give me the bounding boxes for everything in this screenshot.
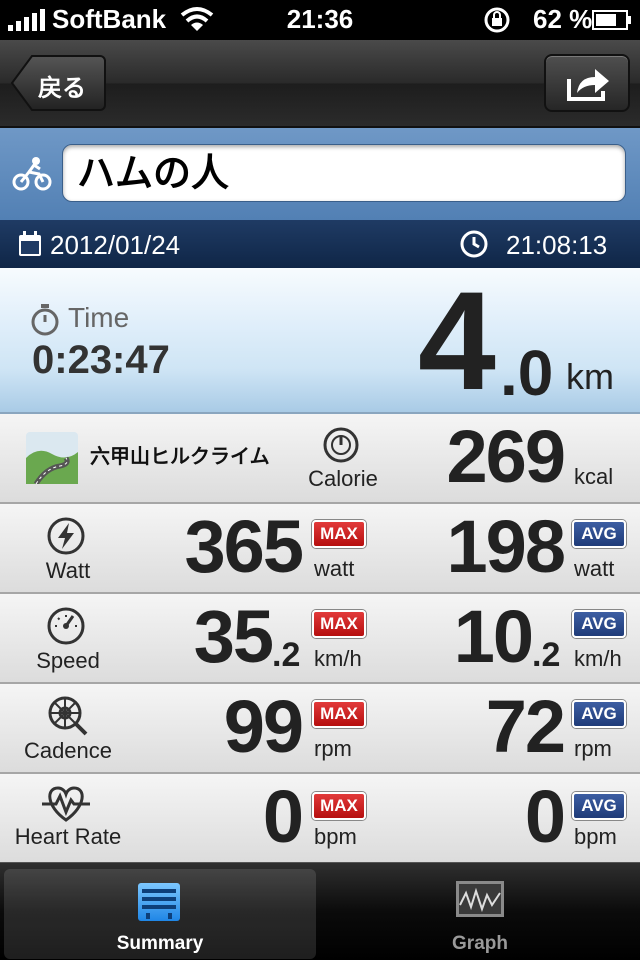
time-label: Time bbox=[68, 302, 130, 333]
metric-row-speed: Speed 35 .2 MAX km/h 10 .2 AVG km/h bbox=[0, 594, 640, 684]
calorie-value: 269 bbox=[446, 415, 566, 498]
ride-date-bar: 2012/01/24 21:08:13 bbox=[0, 220, 640, 268]
metric-row-cadence: Cadence 99 MAX rpm 72 AVG rpm bbox=[0, 684, 640, 774]
speed-label: Speed bbox=[36, 648, 100, 673]
speed-max-value: 35 bbox=[193, 595, 274, 678]
ride-title-field[interactable]: ハムの人 bbox=[62, 144, 626, 202]
metric-row-heart-rate: Heart Rate 0 MAX bpm 0 AVG bpm bbox=[0, 774, 640, 862]
course-calorie-row: 六甲山ヒルクライム Calorie 269 kcal bbox=[0, 414, 640, 504]
watt-avg-unit: watt bbox=[574, 556, 615, 581]
speed-max-decimal: .2 bbox=[272, 636, 301, 674]
status-bar: SoftBank 21:36 62 % bbox=[0, 0, 640, 40]
ride-title-bar: ハムの人 bbox=[0, 128, 640, 220]
speedometer-icon bbox=[47, 607, 85, 645]
ride-date: 2012/01/24 bbox=[50, 230, 181, 260]
battery-icon bbox=[592, 10, 631, 30]
speed-avg-unit: km/h bbox=[574, 646, 622, 671]
course-name: 六甲山ヒルクライム bbox=[90, 446, 270, 468]
ride-summary-hero: Time 0:23:47 4 .0 km bbox=[0, 262, 640, 419]
tab-summary-label: Summary bbox=[116, 933, 204, 954]
heart-rate-max-unit: bpm bbox=[314, 824, 357, 849]
heart-rate-label: Heart Rate bbox=[14, 824, 122, 849]
watt-label: Watt bbox=[45, 558, 91, 583]
speed-max-unit: km/h bbox=[314, 646, 362, 671]
watt-max-value: 365 bbox=[184, 505, 304, 588]
calorie-label: Calorie bbox=[308, 466, 378, 491]
metric-row-watt: Watt 365 MAX watt 198 AVG watt bbox=[0, 504, 640, 594]
clock-icon bbox=[460, 230, 488, 258]
crank-icon bbox=[48, 696, 88, 736]
speed-avg-decimal: .2 bbox=[532, 636, 561, 674]
calorie-unit: kcal bbox=[574, 464, 614, 489]
distance-decimal: .0 bbox=[500, 337, 554, 409]
tab-summary[interactable]: Summary bbox=[4, 869, 316, 959]
graph-icon bbox=[456, 881, 504, 917]
elapsed-time: 0:23:47 bbox=[32, 338, 170, 382]
nav-bar: 戻る bbox=[0, 40, 640, 128]
calendar-icon bbox=[19, 231, 41, 256]
avg-badge: AVG bbox=[572, 792, 626, 820]
share-icon bbox=[567, 69, 609, 101]
rotation-lock-icon bbox=[484, 7, 510, 33]
speed-avg-value: 10 bbox=[453, 595, 534, 678]
back-button-label: 戻る bbox=[38, 75, 86, 102]
ride-start-time: 21:08:13 bbox=[506, 230, 608, 260]
avg-badge: AVG bbox=[572, 700, 626, 728]
battery-percent: 62 % bbox=[533, 4, 593, 34]
cadence-label: Cadence bbox=[23, 738, 113, 763]
tab-bar: Summary Graph bbox=[0, 862, 640, 960]
tab-graph[interactable]: Graph bbox=[324, 869, 636, 959]
heart-rate-max-value: 0 bbox=[262, 775, 304, 858]
cadence-max-unit: rpm bbox=[314, 736, 352, 761]
stopwatch-icon bbox=[31, 304, 59, 336]
cadence-avg-unit: rpm bbox=[574, 736, 612, 761]
share-button[interactable] bbox=[544, 54, 630, 112]
heart-rate-avg-unit: bpm bbox=[574, 824, 617, 849]
bicycle-icon bbox=[12, 157, 52, 191]
distance-value: 4 bbox=[418, 262, 496, 419]
heart-rate-avg-value: 0 bbox=[524, 775, 566, 858]
tab-graph-label: Graph bbox=[452, 933, 508, 954]
max-badge: MAX bbox=[312, 700, 366, 728]
scale-icon bbox=[323, 427, 359, 463]
cadence-avg-value: 72 bbox=[485, 685, 566, 768]
watt-avg-value: 198 bbox=[446, 505, 566, 588]
course-landscape-icon bbox=[26, 432, 78, 484]
heart-rate-icon bbox=[42, 786, 90, 822]
distance-unit: km bbox=[566, 356, 614, 397]
max-badge: MAX bbox=[312, 610, 366, 638]
back-button[interactable]: 戻る bbox=[10, 54, 106, 112]
lightning-icon bbox=[47, 517, 85, 555]
max-badge: MAX bbox=[312, 792, 366, 820]
avg-badge: AVG bbox=[572, 610, 626, 638]
watt-max-unit: watt bbox=[314, 556, 355, 581]
summary-icon bbox=[138, 883, 180, 921]
max-badge: MAX bbox=[312, 520, 366, 548]
cadence-max-value: 99 bbox=[223, 685, 304, 768]
avg-badge: AVG bbox=[572, 520, 626, 548]
